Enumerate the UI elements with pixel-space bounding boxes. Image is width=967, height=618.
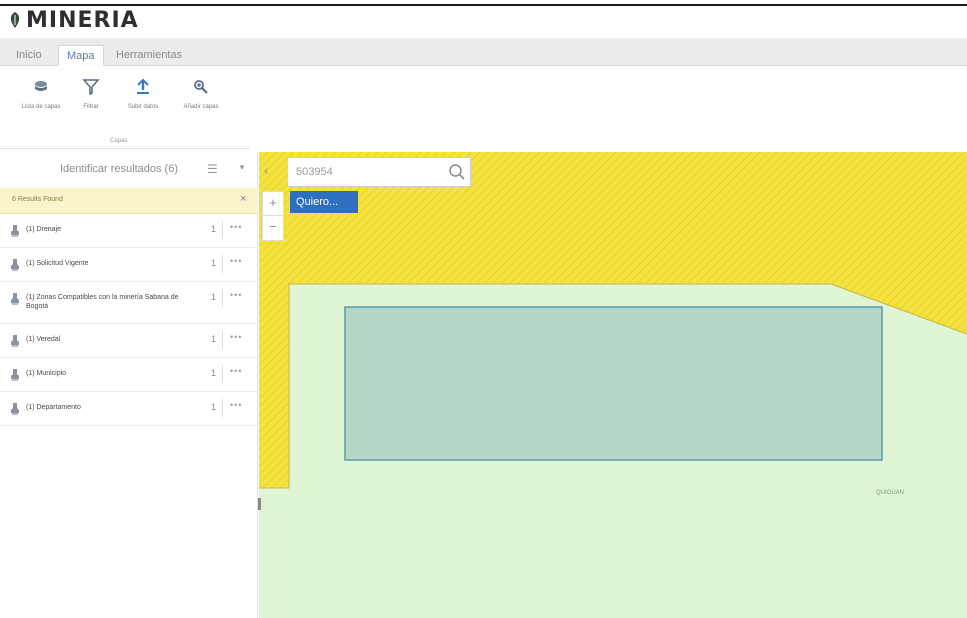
layer-result-count: 1 [211,292,217,302]
ribbon-group-label: Capas [110,138,128,144]
add-layers-label: Añadir capas [183,104,219,110]
row-divider [222,255,223,273]
layer-result-row[interactable]: (1) Municipio 1 ••• [0,358,258,392]
pin-icon[interactable]: ▼ [238,163,246,172]
filter-button[interactable]: Filtrar [66,78,116,110]
tab-inicio[interactable]: Inicio [8,45,50,66]
more-options-icon[interactable]: ••• [230,332,242,342]
layer-result-count: 1 [211,368,217,378]
result-group-header[interactable]: 6 Results Found × [0,188,258,214]
row-divider [222,365,223,383]
collapse-panel-icon[interactable]: ‹ [264,162,269,178]
result-group-title: 6 Results Found [12,196,63,203]
list-view-icon[interactable]: ☰ [207,162,219,176]
zoom-control: + − [262,191,284,241]
ribbon-tab-bar: Inicio Mapa Herramientas [0,38,967,66]
map-search-box [287,157,471,187]
map-place-label: QUIGUAN [876,490,905,496]
selected-polygon[interactable] [344,306,883,461]
filter-label: Filtrar [83,104,99,110]
row-divider [222,331,223,349]
layer-result-row[interactable]: (1) Zonas Compatibles con la minería Sab… [0,282,258,324]
panel-header: Identificar resultados (6) ☰ ▼ [0,152,258,188]
map-canvas [259,152,967,618]
map-search-input[interactable] [288,158,443,186]
layer-result-name: (1) Solicitud Vigente [26,260,89,267]
layer-result-count: 1 [211,402,217,412]
layer-result-row[interactable]: (1) Veredal 1 ••• [0,324,258,358]
add-layers-button[interactable]: Añadir capas [176,78,226,110]
layer-result-name: (1) Departamento [26,404,81,411]
row-divider [222,221,223,239]
layer-result-name: (1) Municipio [26,370,67,377]
identify-results-panel: Identificar resultados (6) ☰ ▼ 6 Results… [0,152,258,618]
app-title: MINERIA [26,7,139,33]
upload-data-label: Subir datos [127,104,159,110]
more-options-icon[interactable]: ••• [230,256,242,266]
layer-result-name: (1) Veredal [26,336,61,343]
search-icon[interactable] [448,163,466,181]
layer-marker-icon [11,335,19,347]
layer-marker-icon [11,293,19,305]
layer-list-label: Lista de capas [21,104,61,110]
layer-result-row[interactable]: (1) Drenaje 1 ••• [0,214,258,248]
more-options-icon[interactable]: ••• [230,400,242,410]
top-border-line [0,4,967,6]
add-layer-icon [194,80,208,94]
layer-result-name: (1) Zonas Compatibles con la minería Sab… [26,294,179,310]
map-resize-handle[interactable] [258,498,261,510]
app-logo: MINERIA [8,7,139,33]
map-view[interactable]: QUIGUAN [259,152,967,618]
layers-icon [35,81,47,91]
layer-marker-icon [11,369,19,381]
zoom-out-button[interactable]: − [263,216,283,240]
layer-marker-icon [11,225,19,237]
layer-marker-icon [11,403,19,415]
filter-icon [82,79,100,96]
layer-result-count: 1 [211,334,217,344]
layer-list-button[interactable]: Lista de capas [16,78,66,110]
row-divider [222,399,223,417]
ribbon-divider [0,148,250,149]
leaf-marker-icon [10,12,20,28]
tab-herramientas[interactable]: Herramientas [108,45,190,66]
layer-result-count: 1 [211,224,217,234]
quiero-button[interactable]: Quiero... [290,191,358,213]
close-results-icon[interactable]: × [240,193,246,205]
layer-result-count: 1 [211,258,217,268]
zoom-in-button[interactable]: + [263,192,283,216]
layer-marker-icon [11,259,19,271]
more-options-icon[interactable]: ••• [230,366,242,376]
panel-title: Identificar resultados (6) [60,163,178,175]
layer-result-row[interactable]: (1) Solicitud Vigente 1 ••• [0,248,258,282]
row-divider [222,289,223,307]
layer-result-row[interactable]: (1) Departamento 1 ••• [0,392,258,426]
upload-data-button[interactable]: Subir datos [118,78,168,110]
app-window: MINERIA Inicio Mapa Herramientas Lista d… [0,0,967,618]
more-options-icon[interactable]: ••• [230,290,242,300]
more-options-icon[interactable]: ••• [230,222,242,232]
upload-icon [137,78,149,94]
layer-result-name: (1) Drenaje [26,226,62,233]
tab-mapa[interactable]: Mapa [58,45,104,66]
ribbon-toolbar: Lista de capas Filtrar Subir datos Añadi… [0,66,967,152]
